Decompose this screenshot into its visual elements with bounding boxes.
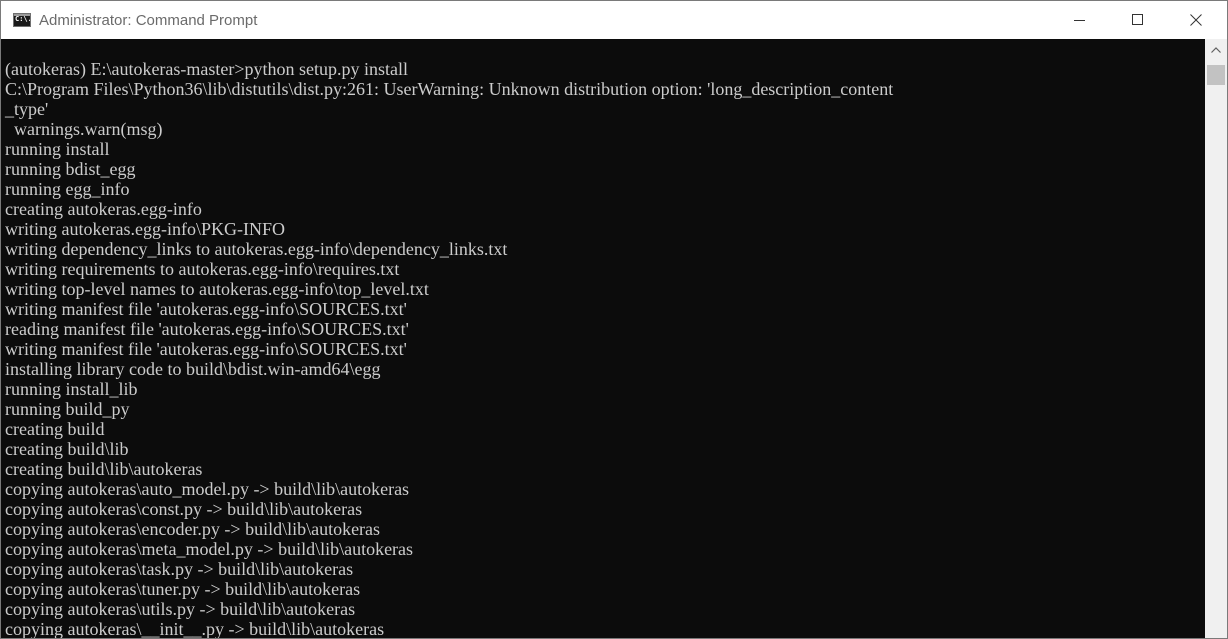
console-line: _type'	[5, 99, 49, 119]
maximize-icon	[1132, 14, 1143, 25]
console-line: creating build\lib\autokeras	[5, 459, 203, 479]
vertical-scrollbar[interactable]	[1205, 39, 1227, 638]
console-line: reading manifest file 'autokeras.egg-inf…	[5, 319, 409, 339]
console-line: writing manifest file 'autokeras.egg-inf…	[5, 299, 407, 319]
console-line: writing autokeras.egg-info\PKG-INFO	[5, 219, 285, 239]
console-line: copying autokeras\encoder.py -> build\li…	[5, 519, 381, 539]
console-line: C:\Program Files\Python36\lib\distutils\…	[5, 79, 894, 99]
console-line: copying autokeras\utils.py -> build\lib\…	[5, 599, 356, 619]
close-icon	[1190, 14, 1202, 26]
console-line: running install	[5, 139, 110, 159]
scrollbar-thumb[interactable]	[1207, 65, 1225, 85]
console-line: running build_py	[5, 399, 130, 419]
scroll-up-button[interactable]	[1205, 39, 1227, 61]
title-bar[interactable]: C:\. Administrator: Command Prompt	[1, 1, 1227, 39]
minimize-icon	[1074, 20, 1085, 21]
minimize-button[interactable]	[1051, 1, 1109, 39]
console-line: copying autokeras\const.py -> build\lib\…	[5, 499, 363, 519]
close-button[interactable]	[1167, 1, 1225, 39]
console-line: running bdist_egg	[5, 159, 136, 179]
window-title: Administrator: Command Prompt	[39, 12, 258, 29]
console-line: running install_lib	[5, 379, 138, 399]
console-line: warnings.warn(msg)	[5, 119, 163, 139]
console-line: copying autokeras\task.py -> build\lib\a…	[5, 559, 354, 579]
console-line: (autokeras) E:\autokeras-master>python s…	[5, 59, 409, 79]
maximize-button[interactable]	[1109, 1, 1167, 39]
console-line: creating build\lib	[5, 439, 129, 459]
console-line: creating build	[5, 419, 105, 439]
console-line: copying autokeras\auto_model.py -> build…	[5, 479, 410, 499]
console-line: copying autokeras\meta_model.py -> build…	[5, 539, 414, 559]
chevron-up-icon	[1211, 47, 1221, 53]
console-line: writing manifest file 'autokeras.egg-inf…	[5, 339, 407, 359]
console-area[interactable]: (autokeras) E:\autokeras-master>python s…	[1, 39, 1205, 639]
console-line: writing dependency_links to autokeras.eg…	[5, 239, 508, 259]
console-line: writing requirements to autokeras.egg-in…	[5, 259, 400, 279]
cmd-icon-label: C:\.	[15, 15, 31, 23]
command-prompt-window: C:\. Administrator: Command Prompt (auto…	[0, 0, 1228, 639]
console-line: creating autokeras.egg-info	[5, 199, 202, 219]
cmd-icon[interactable]: C:\.	[13, 13, 31, 27]
console-line: running egg_info	[5, 179, 130, 199]
console-line: installing library code to build\bdist.w…	[5, 359, 381, 379]
console-line: writing top-level names to autokeras.egg…	[5, 279, 429, 299]
console-output[interactable]: (autokeras) E:\autokeras-master>python s…	[5, 59, 1205, 639]
console-line: copying autokeras\__init__.py -> build\l…	[5, 619, 385, 639]
console-line: copying autokeras\tuner.py -> build\lib\…	[5, 579, 361, 599]
